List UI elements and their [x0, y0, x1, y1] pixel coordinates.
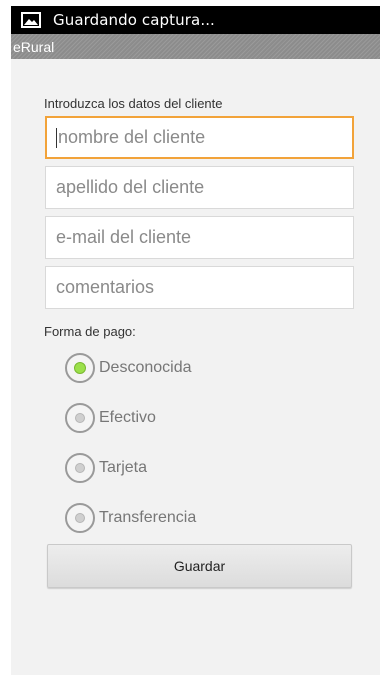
radio-dot	[75, 413, 85, 423]
radio-dot	[74, 362, 86, 374]
radio-button[interactable]	[65, 453, 95, 483]
payment-option-transferencia[interactable]: Transferencia	[65, 503, 196, 533]
radio-dot	[75, 513, 85, 523]
radio-button[interactable]	[65, 503, 95, 533]
save-button[interactable]: Guardar	[47, 544, 352, 588]
payment-option-desconocida[interactable]: Desconocida	[65, 353, 192, 383]
comments-field[interactable]: comentarios	[45, 266, 354, 309]
payment-option-tarjeta[interactable]: Tarjeta	[65, 453, 147, 483]
payment-option-label: Desconocida	[99, 359, 192, 376]
notification-text: Guardando captura...	[53, 11, 215, 29]
status-bar: Guardando captura...	[11, 6, 380, 34]
payment-option-label: Transferencia	[99, 509, 197, 526]
payment-option-label: Tarjeta	[99, 459, 148, 476]
first-name-field[interactable]: nombre del cliente	[45, 116, 354, 159]
app-title-bar: eRural	[11, 34, 380, 59]
email-field[interactable]: e-mail del cliente	[45, 216, 354, 259]
payment-method-label: Forma de pago:	[44, 324, 136, 339]
form-prompt: Introduzca los datos del cliente	[44, 96, 223, 111]
form-container: Introduzca los datos del cliente nombre …	[11, 59, 380, 675]
app-title: eRural	[13, 38, 55, 55]
radio-button[interactable]	[65, 353, 95, 383]
image-icon	[21, 12, 41, 28]
radio-button[interactable]	[65, 403, 95, 433]
payment-option-efectivo[interactable]: Efectivo	[65, 403, 156, 433]
last-name-field[interactable]: apellido del cliente	[45, 166, 354, 209]
payment-option-label: Efectivo	[99, 409, 156, 426]
radio-dot	[75, 463, 85, 473]
